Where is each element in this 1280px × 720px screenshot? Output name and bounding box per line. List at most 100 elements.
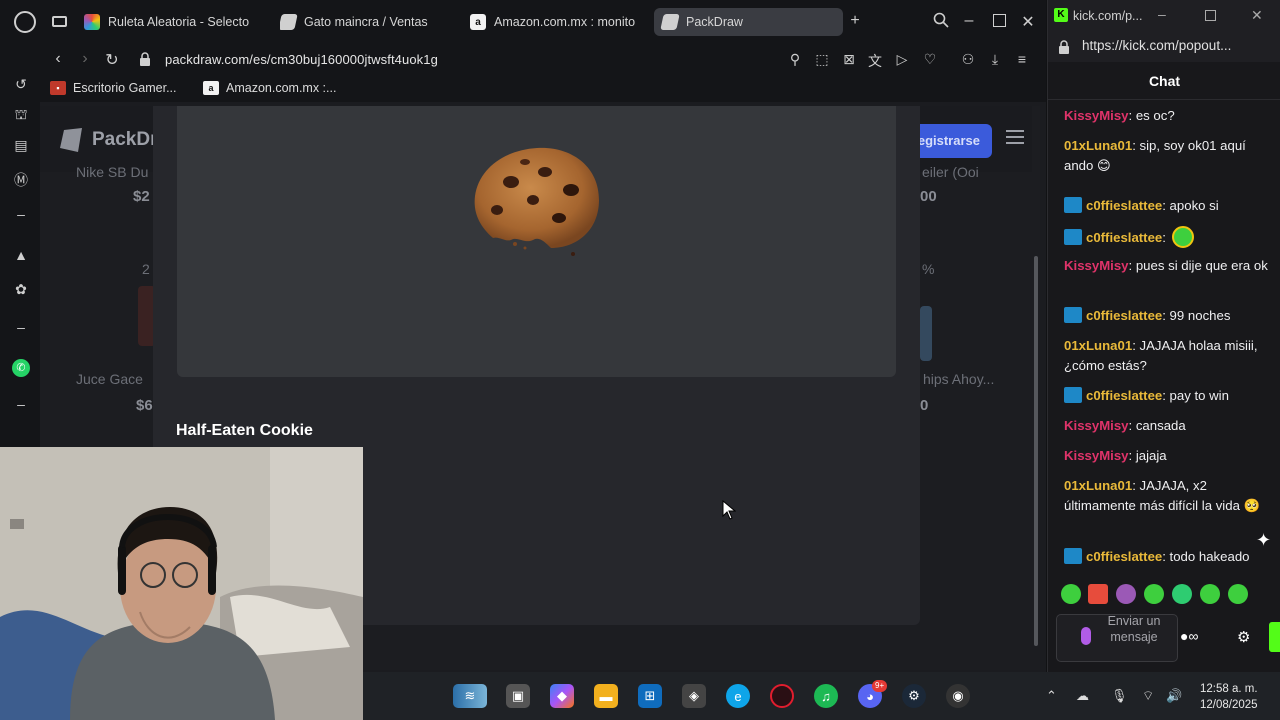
page-scrollbar[interactable]	[1032, 106, 1040, 670]
close-window-icon[interactable]: ✕	[1018, 12, 1038, 32]
search-tabs-icon[interactable]	[931, 12, 951, 33]
chat-message: KissyMisy: jajaja	[1064, 446, 1272, 466]
window-title: kick.com/p...	[1073, 9, 1143, 23]
easy-setup-icon[interactable]: ≡	[1013, 51, 1031, 67]
send-icon[interactable]: ▷	[893, 51, 911, 68]
chat-username[interactable]: c0ffieslattee	[1086, 549, 1162, 564]
kick-app-icon[interactable]: ▲	[12, 247, 30, 265]
forward-icon[interactable]: ›	[75, 50, 95, 68]
packdraw-logo[interactable]: PackDr	[60, 128, 158, 152]
maximize-icon[interactable]	[1205, 10, 1216, 21]
volume-icon[interactable]: 🔊	[1166, 688, 1182, 704]
emote-icon[interactable]	[1172, 584, 1192, 604]
sparkle-icon[interactable]: ✦	[1256, 530, 1271, 551]
windows-taskbar: ≋ ▣ ◆ ▬ ⊞ ◈ e ♫ ◕ 9+ ⚙ ◉ ⌃ ☁ 🎙 ⌔ 🔊 12:58…	[363, 672, 1280, 720]
new-tab-button[interactable]: +	[845, 12, 865, 30]
close-window-icon[interactable]: ✕	[1251, 7, 1263, 24]
chat-username[interactable]: KissyMisy	[1064, 448, 1129, 463]
emote-icon[interactable]	[1228, 584, 1248, 604]
chat-username[interactable]: 01xLuna01	[1064, 138, 1132, 153]
bookmark-amazon[interactable]: a Amazon.com.mx :...	[203, 81, 336, 95]
snapshot-icon[interactable]: ⬚	[813, 51, 831, 68]
chat-username[interactable]: c0ffieslattee	[1086, 388, 1162, 403]
tab-amazon[interactable]: a Amazon.com.mx : monito	[470, 8, 638, 36]
widgets-icon[interactable]: ≋	[453, 684, 487, 708]
chat-username[interactable]: 01xLuna01	[1064, 338, 1132, 353]
edge-icon[interactable]: e	[726, 684, 750, 708]
back-icon[interactable]: ‹	[48, 50, 68, 68]
minimize-icon[interactable]: –	[1158, 6, 1166, 22]
pin-icon[interactable]: ⚲	[786, 51, 804, 68]
bookmark-escritorio-gamer[interactable]: ▪ Escritorio Gamer...	[50, 81, 177, 95]
aria-icon[interactable]: ⛫	[12, 106, 30, 124]
chat-message-list[interactable]: KissyMisy: es oc? 01xLuna01: sip, soy ok0…	[1048, 106, 1280, 576]
wifi-icon[interactable]: ⌔	[1142, 688, 1154, 704]
gx-icon[interactable]: ▤	[12, 137, 30, 155]
chat-header: Chat	[1048, 62, 1280, 100]
microphone-icon[interactable]	[1081, 627, 1091, 645]
tab-ruleta[interactable]: Ruleta Aleatoria - Selecto	[84, 8, 258, 36]
chat-username[interactable]: c0ffieslattee	[1086, 198, 1162, 213]
file-explorer-icon[interactable]: ▬	[594, 684, 618, 708]
popup-url[interactable]: https://kick.com/popout...	[1082, 38, 1231, 53]
tray-chevron-icon[interactable]: ⌃	[1046, 688, 1057, 704]
history-icon[interactable]: ↺	[12, 76, 30, 94]
emote-icon[interactable]	[1200, 584, 1220, 604]
chat-username[interactable]: c0ffieslattee	[1086, 308, 1162, 323]
opera-taskbar-icon[interactable]	[770, 684, 794, 708]
chat-username[interactable]: c0ffieslattee	[1086, 230, 1162, 245]
chatgpt-icon[interactable]: ✿	[12, 281, 30, 299]
adblock-icon[interactable]: ⊠	[840, 51, 858, 68]
chat-username[interactable]: 01xLuna01	[1064, 478, 1132, 493]
tab-gato-maincra[interactable]: Gato maincra / Ventas	[280, 8, 450, 36]
spotify-icon[interactable]: ♫	[814, 684, 838, 708]
send-button[interactable]	[1269, 622, 1280, 652]
item-image-panel	[177, 106, 896, 377]
tab-packdraw[interactable]: PackDraw	[654, 8, 843, 36]
opera-menu-icon[interactable]	[14, 11, 36, 33]
translate-icon[interactable]: 文	[866, 51, 884, 71]
copilot-icon[interactable]: ◆	[550, 684, 574, 708]
hamburger-menu-icon[interactable]	[1006, 130, 1024, 144]
obs-icon[interactable]: ◉	[946, 684, 970, 708]
ruleta-favicon-icon	[84, 14, 100, 30]
background-card-name: Nike SB Du	[76, 164, 149, 180]
account-icon[interactable]: ⚇	[959, 51, 977, 68]
tab-label: Gato maincra / Ventas	[304, 15, 428, 29]
scrollbar-thumb[interactable]	[1034, 256, 1038, 646]
microsoft-store-icon[interactable]: ⊞	[638, 684, 662, 708]
emote-icon[interactable]	[1061, 584, 1081, 604]
emote-icon[interactable]	[1088, 584, 1108, 604]
chat-title-bar: K kick.com/p... – ✕	[1048, 0, 1280, 32]
microphone-icon[interactable]: 🎙	[1111, 688, 1128, 704]
chat-message: c0ffieslattee:	[1064, 226, 1272, 248]
tab-label: Amazon.com.mx : monito	[494, 15, 636, 29]
lock-icon	[140, 52, 150, 66]
maximize-icon[interactable]	[989, 12, 1009, 29]
chat-username[interactable]: KissyMisy	[1064, 108, 1129, 123]
system-clock[interactable]: 12:58 a. m. 12/08/2025	[1200, 681, 1258, 713]
packdraw-favicon-icon	[280, 14, 298, 30]
chat-username[interactable]: KissyMisy	[1064, 258, 1129, 273]
reload-icon[interactable]: ↻	[102, 50, 122, 70]
url-field[interactable]: packdraw.com/es/cm30buj160000jtwsft4uok1…	[165, 52, 438, 67]
whatsapp-icon[interactable]: ✆	[12, 359, 30, 377]
steam-icon[interactable]: ⚙	[902, 684, 926, 708]
emote-icon[interactable]	[1144, 584, 1164, 604]
workspace-icon[interactable]	[52, 16, 67, 27]
chat-message-input[interactable]: Enviar un mensaje	[1056, 614, 1178, 662]
maker-icon[interactable]: Ⓜ	[12, 170, 30, 188]
download-icon[interactable]: ⤓	[986, 51, 1004, 68]
chat-settings-icon[interactable]: ⚙	[1237, 628, 1250, 646]
task-view-icon[interactable]: ▣	[506, 684, 530, 708]
lock-icon	[1059, 40, 1069, 54]
unity-icon[interactable]: ◈	[682, 684, 706, 708]
chat-username[interactable]: KissyMisy	[1064, 418, 1129, 433]
tab-label: PackDraw	[686, 15, 743, 29]
onedrive-icon[interactable]: ☁	[1076, 688, 1089, 704]
kick-chat-popout-window: K kick.com/p... – ✕ https://kick.com/pop…	[1047, 0, 1280, 672]
emote-picker-icon[interactable]: ●∞	[1180, 628, 1198, 644]
minimize-icon[interactable]: –	[959, 12, 979, 30]
heart-icon[interactable]: ♡	[921, 51, 939, 68]
emote-icon[interactable]	[1116, 584, 1136, 604]
